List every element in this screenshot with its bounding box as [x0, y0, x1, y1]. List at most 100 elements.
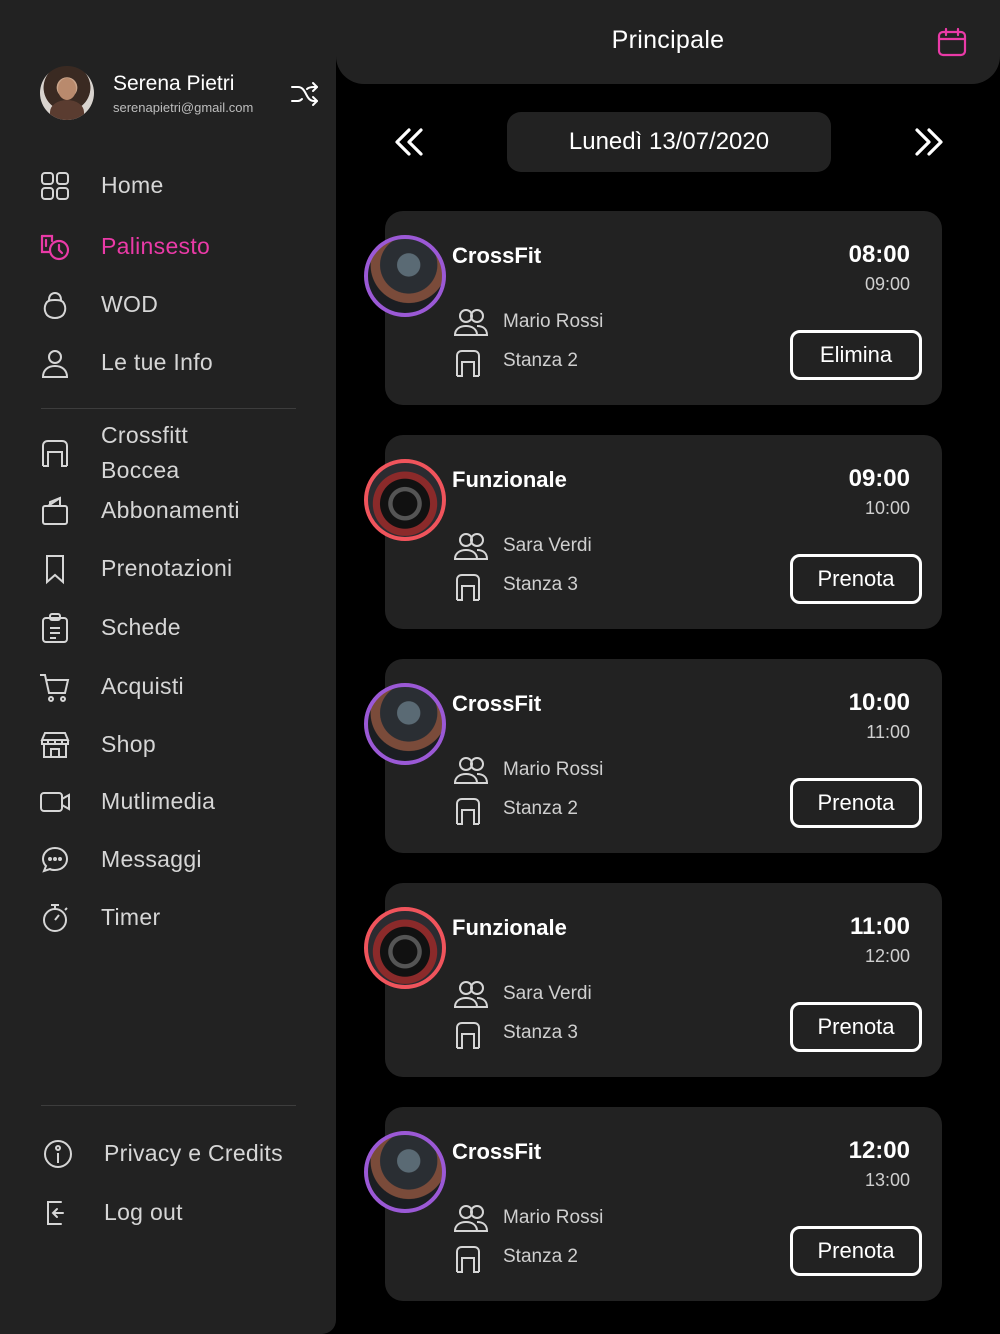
class-card: CrossFit 10:00 11:00 Mario Rossi Stanza … [385, 659, 942, 853]
sidebar-item-label: Prenotazioni [101, 555, 233, 581]
divider [41, 1105, 296, 1106]
chat-icon [41, 846, 69, 873]
class-avatar [364, 459, 446, 541]
class-action-button[interactable]: Prenota [790, 778, 922, 828]
sidebar-item-wod[interactable]: WOD [38, 285, 318, 325]
shuffle-icon[interactable] [290, 80, 320, 108]
store-icon [40, 732, 70, 758]
sidebar-item-acquisti[interactable]: Acquisti [38, 667, 318, 707]
info-icon [44, 1140, 72, 1168]
sidebar-item-label: Le tue Info [101, 349, 213, 375]
sidebar-item-label: Schede [101, 614, 181, 640]
class-card: Funzionale 11:00 12:00 Sara Verdi Stanza… [385, 883, 942, 1077]
sidebar-item-label: Palinsesto [101, 233, 211, 259]
class-room: Stanza 3 [503, 574, 578, 595]
gym-icon [42, 440, 68, 467]
sidebar-item-abbonamenti[interactable]: Abbonamenti [38, 491, 318, 531]
sidebar-item-label: Acquisti [101, 673, 184, 699]
class-avatar [364, 907, 446, 989]
room-icon [456, 350, 480, 377]
group-icon [453, 533, 489, 560]
group-icon [453, 757, 489, 784]
sidebar-item-label: Mutlimedia [101, 788, 216, 814]
sidebar-item-timer[interactable]: Timer [38, 898, 318, 938]
sidebar-item-palinsesto[interactable]: Palinsesto [38, 227, 318, 267]
previous-day-icon[interactable] [392, 124, 426, 160]
sidebar-item-schede[interactable]: Schede [38, 608, 318, 648]
group-icon [453, 309, 489, 336]
group-icon [453, 1205, 489, 1232]
room-icon [456, 574, 480, 601]
class-card: Funzionale 09:00 10:00 Sara Verdi Stanza… [385, 435, 942, 629]
class-name: CrossFit [452, 243, 542, 268]
user-icon [41, 350, 69, 378]
divider [41, 408, 296, 409]
room-icon [456, 1022, 480, 1049]
sidebar-item-multimedia[interactable]: Mutlimedia [38, 782, 318, 822]
sidebar-item-privacy[interactable]: Privacy e Credits [41, 1134, 321, 1174]
next-day-icon[interactable] [912, 124, 946, 160]
page-title: Principale [611, 26, 725, 54]
class-action-button[interactable]: Prenota [790, 554, 922, 604]
sidebar-item-info[interactable]: Le tue Info [38, 343, 318, 383]
cart-icon [40, 674, 70, 702]
profile-email: serenapietri@gmail.com [113, 100, 254, 115]
class-name: Funzionale [452, 915, 567, 940]
sidebar-item-messaggi[interactable]: Messaggi [38, 840, 318, 880]
class-name: Funzionale [452, 467, 567, 492]
class-trainer: Mario Rossi [503, 759, 604, 780]
class-card: CrossFit 08:00 09:00 Mario Rossi Stanza … [385, 211, 942, 405]
sidebar-item-label: Home [101, 172, 164, 198]
header: Principale [336, 0, 1000, 84]
class-avatar [364, 683, 446, 765]
class-start-time: 11:00 [849, 913, 910, 940]
class-avatar [364, 1131, 446, 1213]
class-room: Stanza 2 [503, 1246, 578, 1267]
room-icon [456, 798, 480, 825]
class-action-button[interactable]: Prenota [790, 1226, 922, 1276]
sidebar-item-label: Messaggi [101, 846, 202, 872]
class-end-time: 12:00 [864, 946, 910, 966]
bookmark-icon [46, 555, 64, 585]
class-action-button[interactable]: Prenota [790, 1002, 922, 1052]
sidebar-item-label: Log out [104, 1199, 183, 1225]
bag-icon [42, 496, 68, 525]
class-room: Stanza 2 [503, 798, 578, 819]
sidebar-item-shop[interactable]: Shop [38, 725, 318, 765]
group-icon [453, 981, 489, 1008]
class-start-time: 12:00 [848, 1137, 910, 1164]
class-end-time: 09:00 [864, 274, 910, 294]
sidebar-item-label: Abbonamenti [101, 497, 240, 523]
logout-icon [47, 1201, 64, 1225]
stopwatch-icon [43, 904, 68, 932]
sidebar: Serena Pietri serenapietri@gmail.com Hom… [0, 0, 336, 1334]
date-selector[interactable]: Lunedì 13/07/2020 [507, 112, 831, 172]
sidebar-item-logout[interactable]: Log out [41, 1193, 321, 1233]
class-avatar [364, 235, 446, 317]
class-room: Stanza 3 [503, 1022, 578, 1043]
room-icon [456, 1246, 480, 1273]
sidebar-item-prenotazioni[interactable]: Prenotazioni [38, 549, 318, 589]
calendar-icon[interactable] [936, 26, 968, 58]
clipboard-icon [42, 613, 68, 643]
sidebar-item-home[interactable]: Home [38, 166, 318, 206]
profile[interactable]: Serena Pietri serenapietri@gmail.com [40, 66, 330, 122]
sidebar-item-label: WOD [101, 291, 159, 317]
sidebar-item-label: Shop [101, 731, 156, 757]
class-end-time: 10:00 [864, 498, 910, 518]
class-trainer: Sara Verdi [503, 535, 592, 556]
class-end-time: 11:00 [866, 722, 910, 742]
class-name: CrossFit [452, 1139, 542, 1164]
profile-name: Serena Pietri [113, 72, 235, 95]
class-action-button[interactable]: Elimina [790, 330, 922, 380]
video-icon [40, 792, 70, 812]
schedule-icon [40, 234, 70, 261]
class-room: Stanza 2 [503, 350, 578, 371]
avatar [40, 66, 94, 120]
kettlebell-icon [43, 291, 67, 320]
sidebar-item-label: Timer [101, 904, 161, 930]
class-end-time: 13:00 [864, 1170, 910, 1190]
gym-name: Crossfitt [101, 422, 189, 448]
class-start-time: 10:00 [848, 689, 910, 716]
class-trainer: Mario Rossi [503, 1207, 604, 1228]
